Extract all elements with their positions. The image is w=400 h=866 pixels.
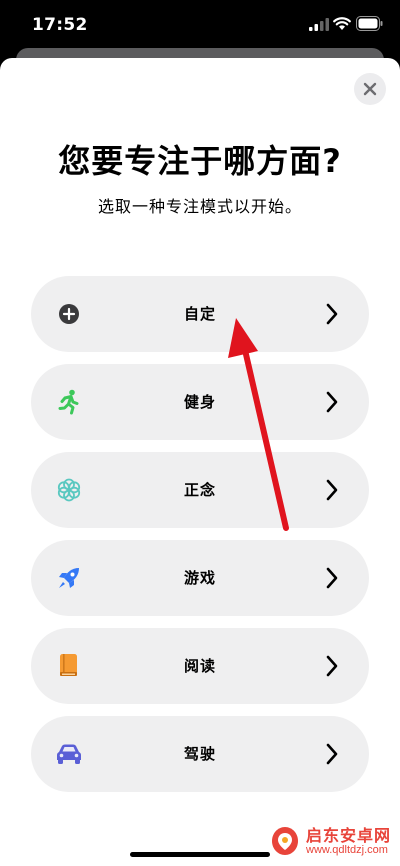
chevron-right-icon: [326, 567, 338, 589]
option-gaming[interactable]: 游戏: [31, 540, 369, 616]
page-title: 您要专注于哪方面?: [58, 142, 342, 180]
watermark-url: www.qdltdzj.com: [306, 844, 388, 856]
chevron-right-icon: [326, 743, 338, 765]
option-label: 健身: [183, 393, 216, 411]
option-label: 游戏: [183, 569, 216, 587]
chevron-right-icon: [326, 303, 338, 325]
home-indicator[interactable]: [130, 852, 270, 857]
watermark: 启东安卓网 www.qdltdzj.com: [268, 822, 398, 866]
status-bar: 17:52: [0, 0, 400, 50]
option-reading[interactable]: 阅读: [31, 628, 369, 704]
option-mindfulness[interactable]: 正念: [31, 452, 369, 528]
option-driving[interactable]: 驾驶: [31, 716, 369, 792]
status-time: 17:52: [32, 15, 88, 35]
option-custom[interactable]: 自定: [31, 276, 369, 352]
option-label: 阅读: [183, 657, 216, 675]
wifi-icon: [333, 17, 351, 30]
watermark-logo-icon: [272, 827, 298, 855]
option-label: 自定: [183, 305, 216, 323]
option-label: 驾驶: [183, 745, 216, 763]
close-button[interactable]: [354, 73, 386, 105]
watermark-name: 启东安卓网: [306, 826, 392, 845]
close-icon: [363, 82, 377, 96]
option-fitness[interactable]: 健身: [31, 364, 369, 440]
battery-icon: [356, 16, 383, 31]
chevron-right-icon: [326, 391, 338, 413]
page-subtitle: 选取一种专注模式以开始。: [97, 197, 302, 216]
option-label: 正念: [183, 481, 216, 499]
chevron-right-icon: [326, 655, 338, 677]
cellular-signal-icon: [309, 18, 329, 31]
chevron-right-icon: [326, 479, 338, 501]
